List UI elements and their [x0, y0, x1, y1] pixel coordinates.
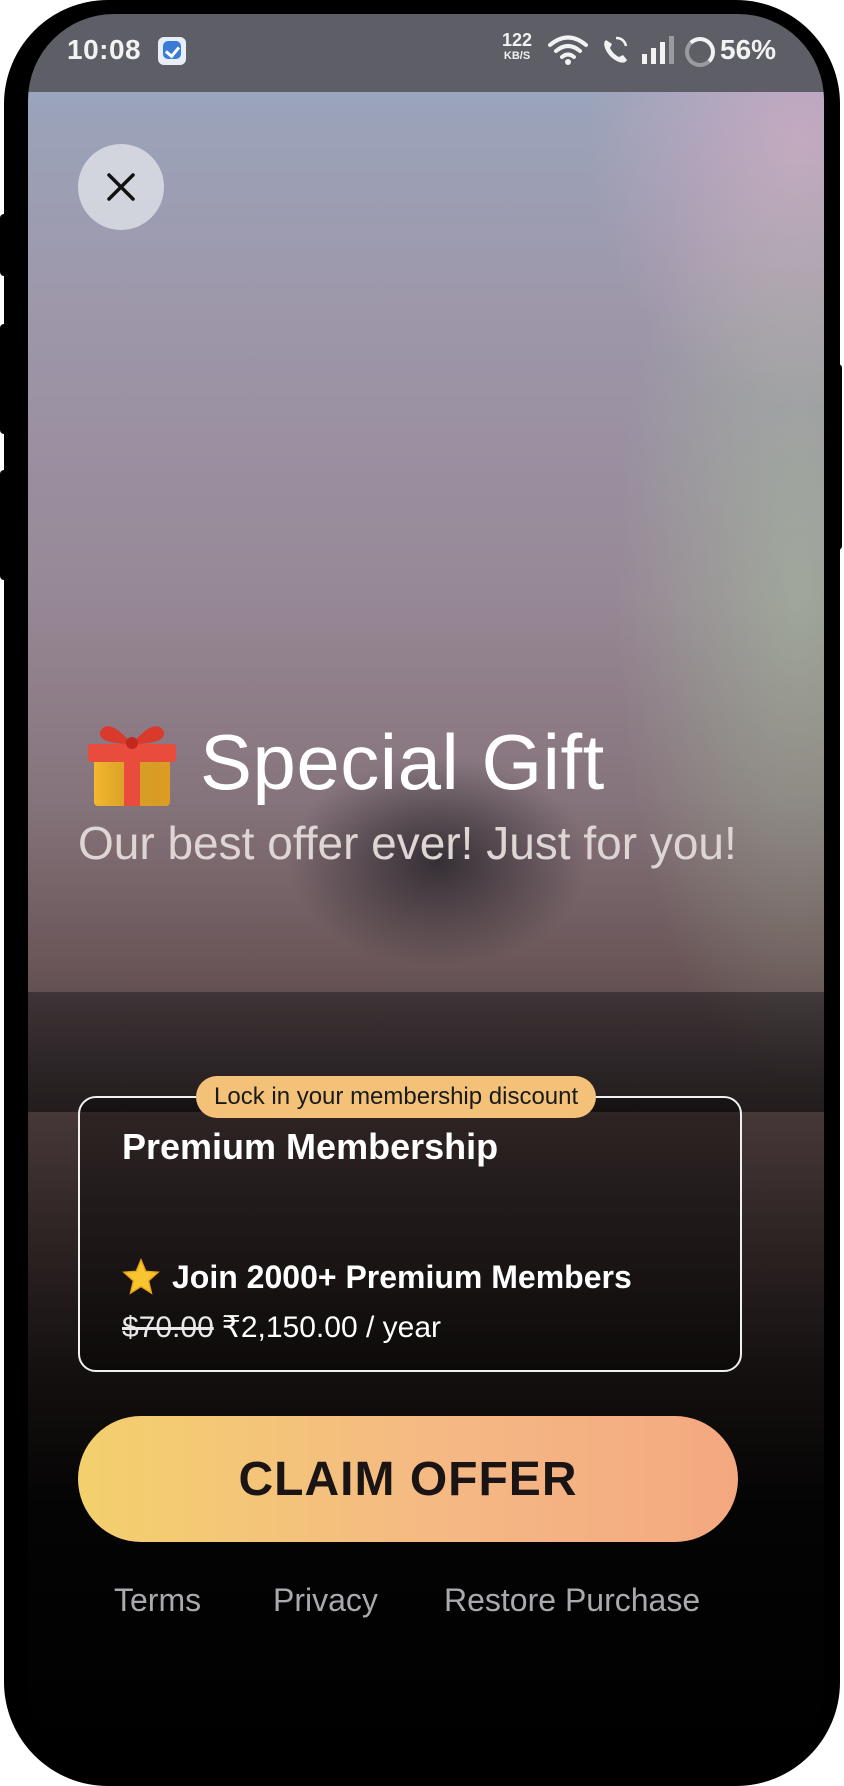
- page-subtitle: Our best offer ever! Just for you!: [78, 817, 737, 869]
- members-text: Join 2000+ Premium Members: [172, 1258, 632, 1295]
- plan-name: Premium Membership: [122, 1126, 499, 1167]
- close-button[interactable]: [78, 144, 164, 230]
- restore-purchase-link[interactable]: Restore Purchase: [444, 1582, 700, 1619]
- network-speed-unit: KB/S: [503, 50, 531, 62]
- members-line: Join 2000+ Premium Members: [122, 1258, 632, 1296]
- gift-icon: [88, 726, 176, 806]
- headline: Special Gift: [84, 714, 605, 810]
- current-price: ₹2,150.00 / year: [221, 1311, 441, 1344]
- status-bar: 10:08 122 KB/S 56%: [28, 14, 824, 92]
- signal-icon: [642, 36, 674, 64]
- battery-icon: [685, 37, 715, 67]
- screen: 10:08 122 KB/S 56% Special Gift Our best…: [28, 14, 824, 1772]
- power-button: [832, 364, 842, 550]
- battery-level: 56%: [720, 34, 777, 65]
- status-time: 10:08: [67, 34, 142, 65]
- network-speed-value: 122: [502, 30, 533, 50]
- side-button: [0, 214, 10, 276]
- wifi-call-icon: [604, 36, 628, 63]
- volume-down-button: [0, 470, 10, 580]
- claim-offer-button[interactable]: CLAIM OFFER: [78, 1416, 738, 1542]
- terms-link[interactable]: Terms: [114, 1582, 201, 1619]
- wifi-icon: [548, 35, 588, 65]
- page-title: Special Gift: [200, 717, 605, 806]
- network-speed: 122 KB/S: [502, 30, 533, 64]
- phone-frame: 10:08 122 KB/S 56% Special Gift Our best…: [0, 0, 842, 1786]
- close-icon: [107, 173, 135, 201]
- price-line: $70.00 ₹2,150.00 / year: [122, 1310, 441, 1345]
- discount-badge: Lock in your membership discount: [196, 1076, 597, 1118]
- privacy-link[interactable]: Privacy: [273, 1582, 378, 1619]
- app-notification-icon: [158, 37, 186, 65]
- original-price: $70.00: [122, 1311, 214, 1344]
- membership-plan-card[interactable]: Lock in your membership discount Premium…: [78, 1076, 742, 1372]
- volume-up-button: [0, 324, 10, 434]
- star-icon: [122, 1258, 160, 1295]
